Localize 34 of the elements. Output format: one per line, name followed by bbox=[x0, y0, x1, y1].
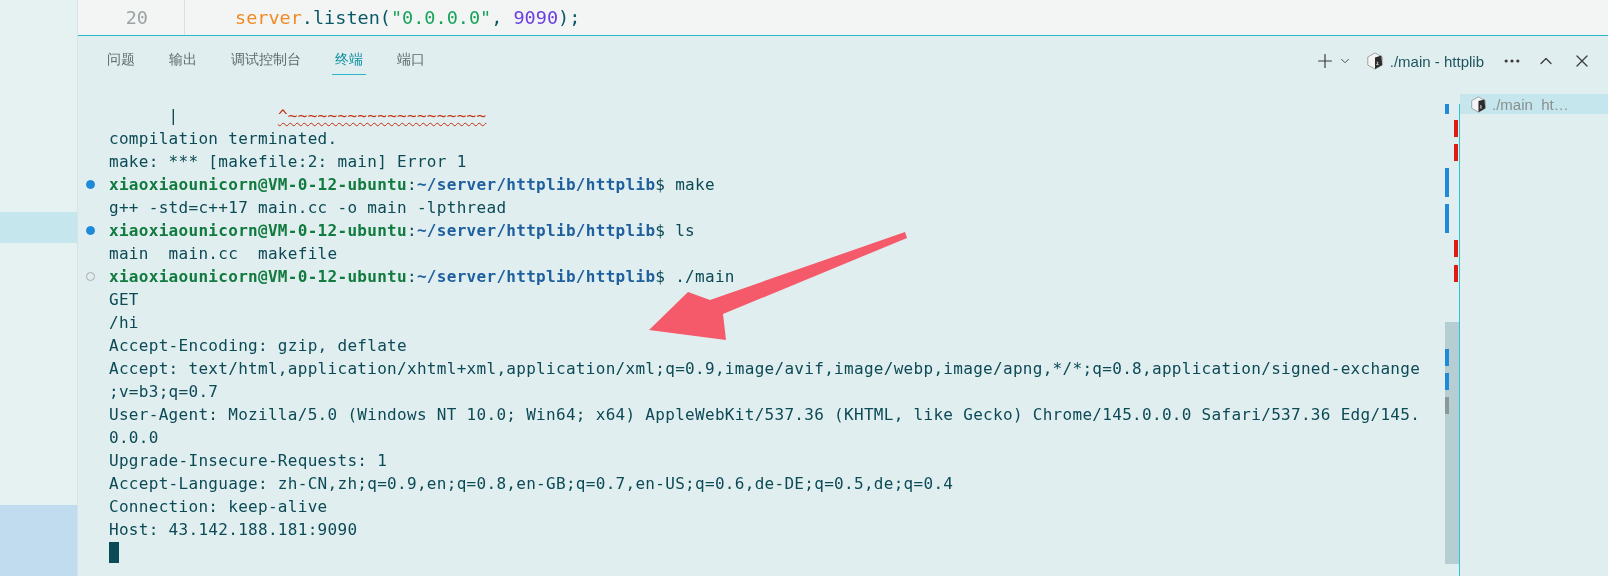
panel-tab[interactable]: 问题 bbox=[104, 50, 138, 75]
terminal-prompt-line: xiaoxiaounicorn@VM-0-12-ubuntu:~/server/httplib/httplib$ ls bbox=[109, 221, 696, 240]
terminal-line: Accept-Language: zh-CN,zh;q=0.9,en;q=0.8,en-GB;q=0.7,en-US;q=0.6,de-DE;q=0.5,de;q=0.4 bbox=[109, 474, 954, 493]
terminal-line: main main.cc makefile bbox=[109, 244, 338, 263]
terminal-list-item[interactable]: ./main ht… bbox=[1460, 94, 1608, 114]
terminal-line: Upgrade-Insecure-Requests: 1 bbox=[109, 451, 388, 470]
terminal-line: User-Agent: Mozilla/5.0 (Windows NT 10.0; Win64; x64) AppleWebKit/537.36 (KHTML, like Gecko) Chrome/145.0.0.0 Safari/537.36 Edg/145. bbox=[109, 405, 1421, 424]
terminal-line: Connection: keep-alive bbox=[109, 497, 328, 516]
terminal-line: ;v=b3;q=0.7 bbox=[109, 382, 219, 401]
terminal-line: g++ -std=c++17 main.cc -o main -lpthread bbox=[109, 198, 507, 217]
terminal-title[interactable]: ./main - httplib bbox=[1389, 52, 1484, 70]
panel-tab[interactable]: 终端 bbox=[332, 50, 366, 75]
terminal-line: Host: 43.142.188.181:9090 bbox=[109, 520, 358, 539]
terminal-line: | ^~~~~~~~~~~~~~~~~~~~~ bbox=[167, 106, 487, 125]
code-line: server.listen("0.0.0.0", 9090); bbox=[235, 7, 581, 28]
terminal-line: Accept: text/html,application/xhtml+xml,application/xml;q=0.9,image/avif,image/webp,image/apng,*/*;q=0.8,application/signed-exchange bbox=[109, 359, 1421, 378]
panel-tab[interactable]: 端口 bbox=[394, 50, 428, 75]
terminal-line: 0.0.0 bbox=[109, 428, 159, 447]
terminal-prompt-line: xiaoxiaounicorn@VM-0-12-ubuntu:~/server/httplib/httplib$ ./main bbox=[109, 267, 735, 286]
command-status-icon[interactable] bbox=[86, 226, 95, 235]
line-number: 20 bbox=[124, 7, 149, 28]
terminal-icon bbox=[1365, 52, 1384, 70]
terminal-line: Accept-Encoding: gzip, deflate bbox=[109, 336, 407, 355]
panel-tab[interactable]: 输出 bbox=[166, 50, 200, 75]
terminal-prompt-line: xiaoxiaounicorn@VM-0-12-ubuntu:~/server/httplib/httplib$ make bbox=[109, 175, 715, 194]
terminal-icon bbox=[1470, 95, 1487, 113]
terminal-cursor bbox=[109, 542, 119, 563]
panel-tab[interactable]: 调试控制台 bbox=[228, 50, 304, 75]
terminal-name: ./main ht… bbox=[1492, 95, 1569, 113]
terminal-line: compilation terminated. bbox=[109, 129, 338, 148]
terminal-line: GET bbox=[109, 290, 139, 309]
terminal-line: /hi bbox=[109, 313, 139, 332]
terminal-line: make: *** [makefile:2: main] Error 1 bbox=[109, 152, 467, 171]
command-status-icon[interactable] bbox=[86, 180, 95, 189]
